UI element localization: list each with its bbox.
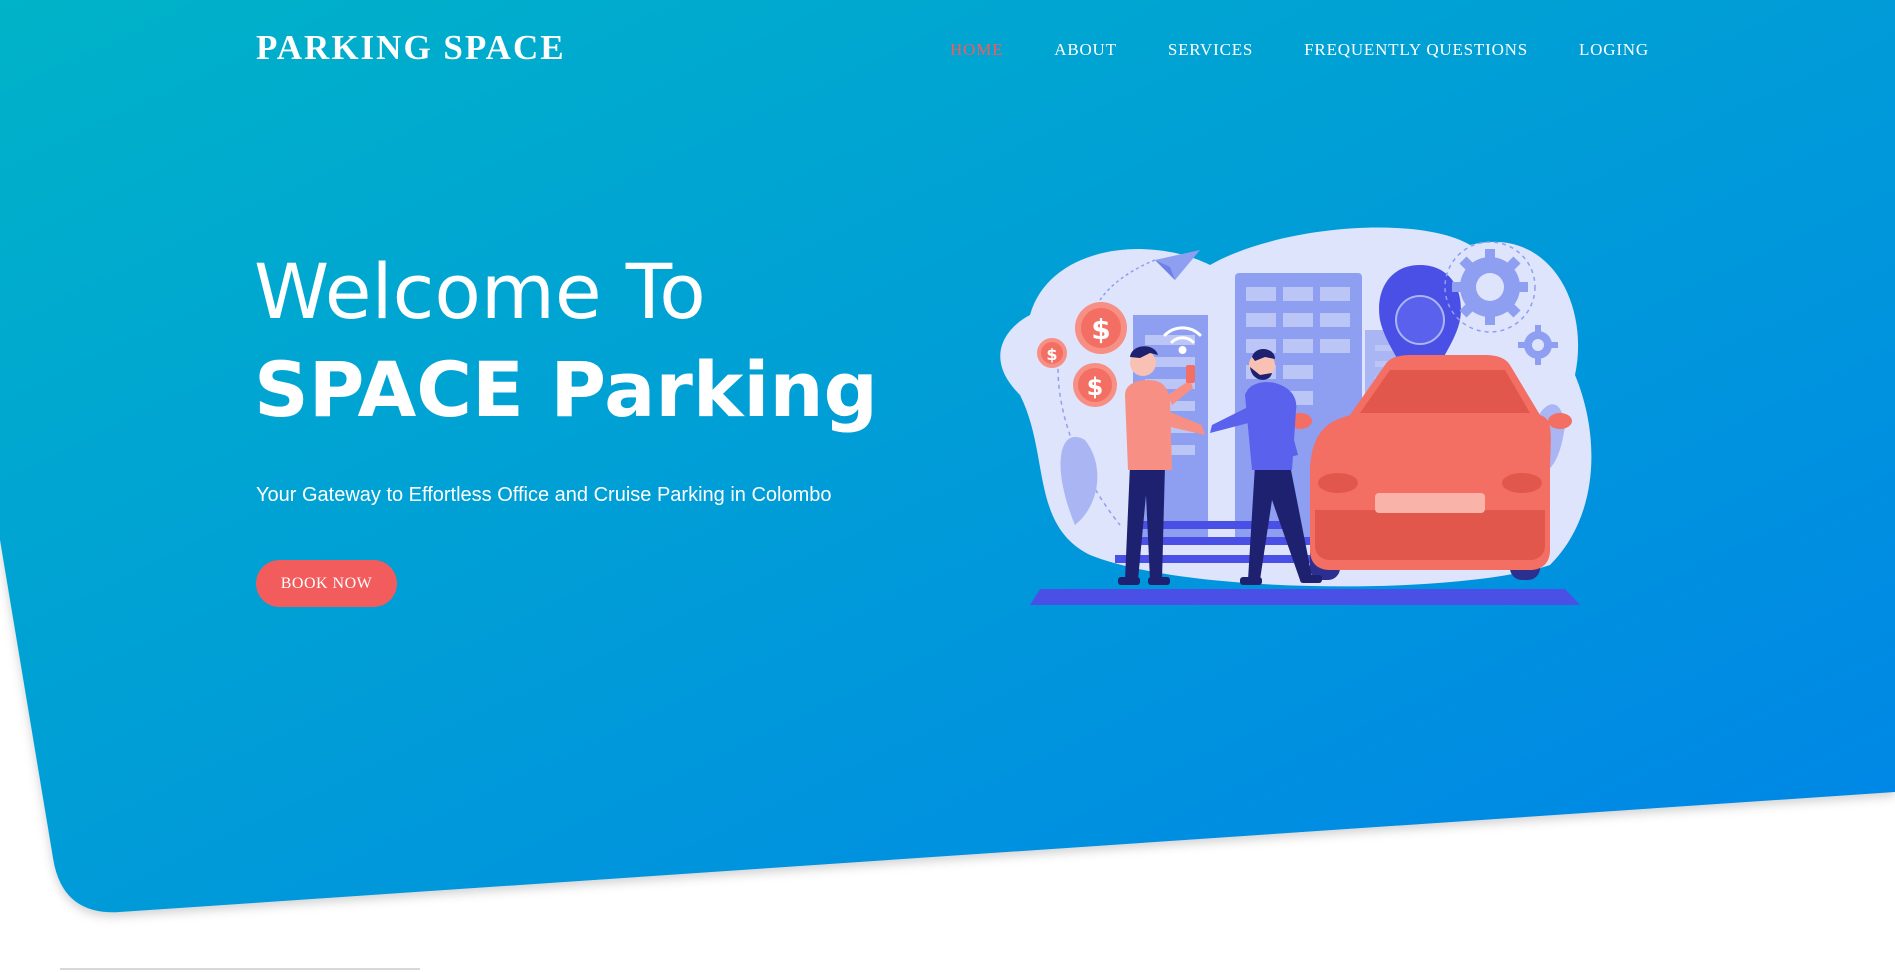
hero-heading: Welcome To SPACE Parking [254, 244, 878, 440]
hero-title-line2: SPACE Parking [254, 345, 878, 434]
svg-text:$: $ [1046, 345, 1057, 364]
brand-logo[interactable]: PARKING SPACE [256, 28, 566, 68]
nav-item-about[interactable]: ABOUT [1054, 40, 1117, 60]
nav-item-home[interactable]: HOME [950, 40, 1003, 60]
svg-text:$: $ [1091, 313, 1110, 346]
book-now-button[interactable]: BOOK NOW [256, 560, 397, 607]
hero-subtitle: Your Gateway to Effortless Office and Cr… [256, 484, 832, 506]
section-divider [60, 968, 420, 970]
hero-title-line1: Welcome To [254, 247, 706, 336]
hero-illustration: $ $ $ [1000, 227, 1592, 605]
nav-item-frequently-questions[interactable]: FREQUENTLY QUESTIONS [1304, 40, 1528, 60]
nav-item-services[interactable]: SERVICES [1168, 40, 1253, 60]
nav-item-loging[interactable]: LOGING [1579, 40, 1649, 60]
navbar: PARKING SPACE HOME ABOUT SERVICES FREQUE… [0, 0, 1895, 100]
svg-text:$: $ [1087, 373, 1104, 401]
nav-menu: HOME ABOUT SERVICES FREQUENTLY QUESTIONS… [950, 40, 1649, 60]
